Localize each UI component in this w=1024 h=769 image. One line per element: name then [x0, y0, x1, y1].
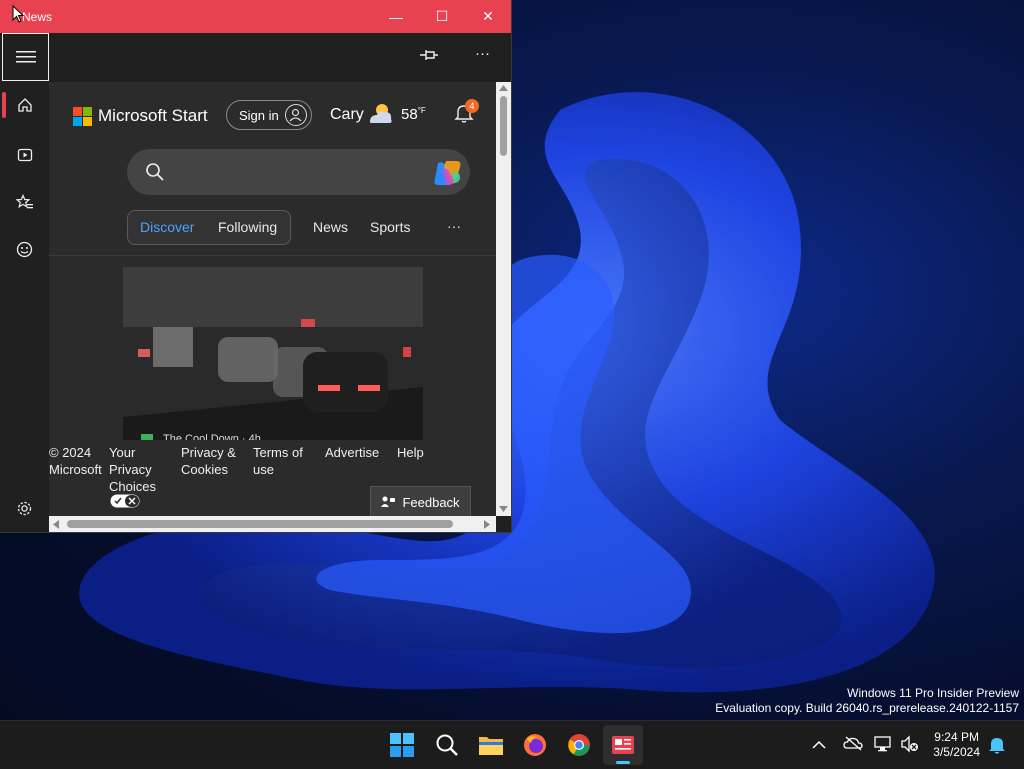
hamburger-icon — [15, 51, 36, 63]
news-icon — [612, 736, 634, 754]
sidebar — [0, 33, 49, 532]
taskbar: 9:24 PM 3/5/2024 — [0, 720, 1024, 769]
feedback-icon — [381, 496, 396, 507]
account-icon — [285, 104, 307, 126]
pin-icon — [420, 50, 438, 60]
mouse-cursor-icon — [12, 5, 24, 23]
copilot-icon[interactable] — [432, 159, 464, 187]
maximize-button[interactable]: ☐ — [419, 0, 465, 33]
tabs-more-button[interactable]: ··· — [447, 218, 461, 234]
title-bar[interactable]: News — ☐ ✕ — [0, 0, 511, 33]
story-card[interactable]: The Cool Down · 4h — [123, 267, 423, 442]
favorites-icon — [15, 194, 33, 209]
volume-button[interactable] — [900, 735, 920, 758]
minimize-button[interactable]: — — [373, 0, 419, 33]
sign-in-button[interactable]: Sign in — [226, 100, 312, 130]
weather-city[interactable]: Cary — [330, 106, 364, 124]
scroll-left-icon[interactable] — [53, 520, 60, 529]
chrome-icon — [568, 734, 590, 756]
sidebar-item-emoji[interactable] — [0, 231, 49, 267]
tab-news[interactable]: News — [313, 219, 348, 235]
clock-time: 9:24 PM — [934, 730, 979, 744]
show-hidden-icons-button[interactable] — [812, 737, 826, 755]
horizontal-scrollbar[interactable] — [49, 516, 496, 532]
app-toolbar: ··· — [49, 33, 511, 81]
watermark-line-2: Evaluation copy. Build 26040.rs_prerelea… — [715, 701, 1019, 715]
file-explorer-button[interactable] — [471, 725, 511, 765]
privacy-toggle-icon — [110, 494, 140, 508]
news-content-area: Microsoft Start Sign in Cary 58°F 4 Disc… — [49, 82, 496, 516]
footer: © 2024 Microsoft Your Privacy Choices Pr… — [49, 440, 496, 516]
sidebar-item-favorites[interactable] — [0, 184, 49, 220]
video-icon — [17, 148, 32, 162]
feedback-label: Feedback — [402, 494, 460, 510]
privacy-cookies-link[interactable]: Privacy & Cookies — [181, 444, 236, 478]
emoji-icon — [16, 241, 33, 257]
privacy-choices-link[interactable]: Your Privacy Choices — [109, 444, 156, 495]
sidebar-item-home[interactable] — [0, 87, 49, 123]
onedrive-button[interactable] — [843, 735, 863, 756]
news-app-window: News — ☐ ✕ ··· Microsoft Start Sign in C… — [0, 0, 512, 533]
notification-center-button[interactable] — [988, 735, 1006, 760]
temperature-value: 58 — [401, 106, 418, 123]
firefox-icon — [524, 734, 546, 756]
search-icon — [146, 163, 164, 181]
folder-icon — [479, 737, 503, 755]
hamburger-menu-button[interactable] — [2, 33, 49, 81]
news-app-button[interactable] — [603, 725, 643, 765]
watermark-line-1: Windows 11 Pro Insider Preview — [847, 686, 1019, 700]
help-link[interactable]: Help — [397, 444, 424, 461]
active-app-indicator — [616, 761, 630, 764]
tab-following[interactable]: Following — [218, 219, 277, 235]
close-button[interactable]: ✕ — [465, 0, 511, 33]
windows-logo-icon — [390, 733, 414, 757]
brand-name: Microsoft Start — [98, 106, 208, 125]
weather-temperature[interactable]: 58°F — [401, 106, 426, 123]
story-image — [123, 267, 423, 442]
clock-date: 3/5/2024 — [933, 745, 980, 759]
search-box[interactable] — [127, 149, 470, 195]
vertical-scrollbar[interactable] — [496, 82, 511, 516]
notification-badge: 4 — [465, 99, 479, 113]
more-options-button[interactable]: ··· — [475, 45, 490, 62]
sign-in-label: Sign in — [239, 107, 279, 123]
horizontal-scroll-thumb[interactable] — [67, 520, 453, 528]
vertical-scroll-thumb[interactable] — [500, 96, 507, 156]
search-icon — [436, 734, 458, 756]
bell-icon — [989, 738, 1005, 754]
microsoft-logo-icon — [73, 106, 92, 126]
tab-discover[interactable]: Discover — [140, 219, 194, 235]
terms-of-use-link[interactable]: Terms of use — [253, 444, 303, 478]
settings-button[interactable] — [0, 490, 49, 526]
network-icon — [874, 736, 891, 752]
scroll-right-icon[interactable] — [484, 520, 491, 529]
microsoft-start-logo[interactable]: Microsoft Start — [73, 106, 208, 126]
partly-cloudy-icon — [370, 104, 392, 123]
pin-button[interactable] — [417, 47, 441, 68]
scroll-up-icon[interactable] — [499, 85, 508, 92]
tab-sports[interactable]: Sports — [370, 219, 410, 235]
copyright-text: © 2024 Microsoft — [49, 445, 102, 477]
chevron-up-icon — [812, 740, 826, 749]
taskbar-search-button[interactable] — [427, 725, 467, 765]
feedback-button[interactable]: Feedback — [370, 486, 471, 516]
system-clock[interactable]: 9:24 PM 3/5/2024 — [933, 730, 980, 760]
sidebar-item-video[interactable] — [0, 137, 49, 173]
evaluation-watermark: Windows 11 Pro Insider Preview Evaluatio… — [715, 686, 1019, 716]
advertise-link[interactable]: Advertise — [325, 444, 379, 461]
search-input[interactable] — [173, 159, 427, 187]
gear-icon — [17, 501, 32, 515]
temperature-unit: °F — [417, 106, 426, 115]
volume-muted-icon — [901, 735, 918, 753]
home-icon — [17, 98, 32, 112]
scroll-down-icon[interactable] — [499, 506, 508, 513]
start-button[interactable] — [382, 725, 422, 765]
window-title: News — [22, 10, 53, 24]
divider — [49, 255, 496, 256]
cloud-offline-icon — [843, 736, 863, 751]
firefox-button[interactable] — [515, 725, 555, 765]
network-button[interactable] — [874, 735, 894, 758]
chrome-button[interactable] — [559, 725, 599, 765]
